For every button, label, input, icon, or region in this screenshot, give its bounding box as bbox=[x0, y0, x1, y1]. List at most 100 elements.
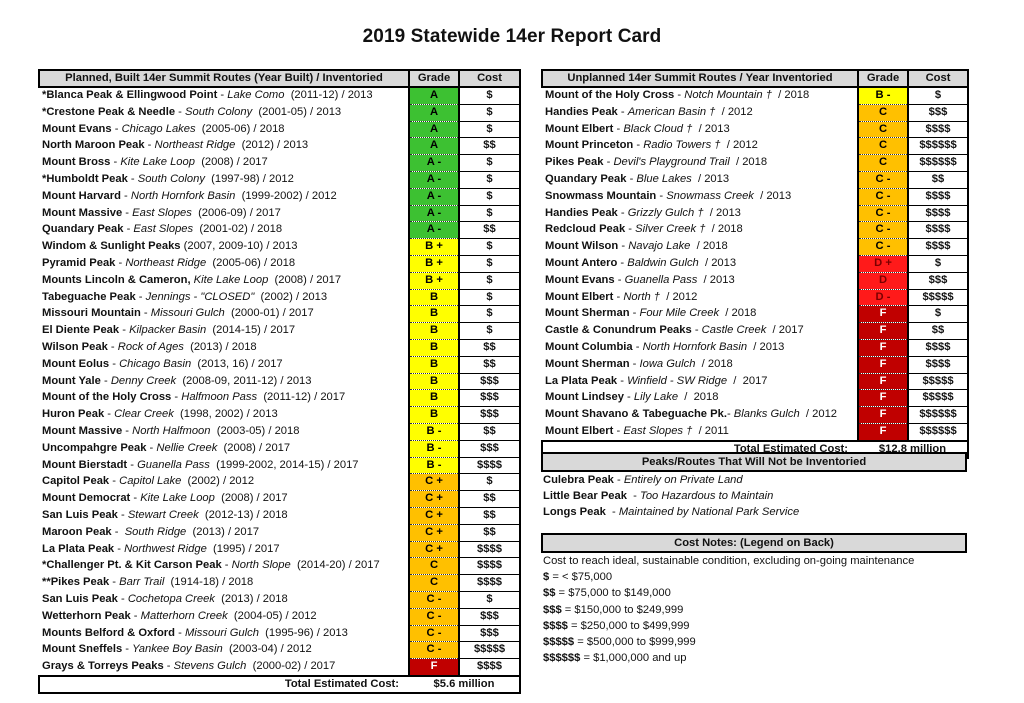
years: / 2013 bbox=[753, 189, 792, 202]
route-cell: Mount Evans - Chicago Lakes (2005-06) / … bbox=[39, 121, 409, 138]
table-row: Redcloud Peak - Silver Creek † / 2018 C -… bbox=[542, 221, 969, 240]
years: / 2013 bbox=[697, 273, 735, 286]
peak-name: Castle & Conundrum Peaks bbox=[545, 324, 692, 337]
header-cost: Cost bbox=[907, 69, 969, 88]
table-row: Mount Yale - Denny Creek (2008-09, 2011-… bbox=[39, 372, 521, 391]
route-cell: Mount of the Holy Cross - Halfmoon Pass … bbox=[39, 390, 409, 407]
peak-name: San Luis Peak bbox=[42, 508, 118, 521]
route-cell: Mount Sherman - Iowa Gulch / 2018 bbox=[542, 356, 858, 373]
route-cell: Handies Peak - Grizzly Gulch † / 2013 bbox=[542, 205, 858, 222]
separator: - bbox=[656, 189, 667, 202]
route-cell: *Blanca Peak & Ellingwood Point - Lake C… bbox=[39, 87, 409, 104]
route-name: Blue Lakes bbox=[636, 172, 692, 185]
route-cell: Mount Wilson - Navajo Lake / 2018 bbox=[542, 239, 858, 256]
table-row: Mount Sherman - Four Mile Creek / 2018 F $ bbox=[542, 305, 969, 324]
route-name: Lake Como bbox=[227, 89, 285, 102]
separator: - bbox=[144, 139, 155, 152]
route-cell: Wilson Peak - Rock of Ages (2013) / 2018 bbox=[39, 339, 409, 356]
grade-badge: F bbox=[857, 339, 909, 357]
route-cell: Mount Yale - Denny Creek (2008-09, 2011-… bbox=[39, 373, 409, 390]
table-row: *Challenger Pt. & Kit Carson Peak - Nort… bbox=[39, 557, 521, 576]
cost-value: $ bbox=[458, 590, 521, 609]
cost-symbol: $$$ bbox=[543, 603, 562, 616]
table-row: Mount Antero - Baldwin Gulch / 2013 D + $ bbox=[542, 254, 969, 273]
peak-name: Grays & Torreys Peaks bbox=[42, 659, 164, 672]
peak-name: *Crestone Peak & Needle bbox=[42, 105, 176, 118]
table-row: Handies Peak - American Basin † / 2012 C $… bbox=[542, 103, 969, 122]
separator: - bbox=[123, 223, 134, 236]
route-name: South Colony bbox=[137, 172, 205, 185]
header-grade: Grade bbox=[857, 69, 909, 88]
grade-badge: A bbox=[408, 87, 460, 105]
route-cell: Mount Columbia - North Hornfork Basin / … bbox=[542, 339, 858, 356]
cost-value: $ bbox=[458, 204, 521, 223]
cost-value: $ bbox=[458, 305, 521, 324]
route-cell: Tabeguache Peak - Jennings - "CLOSED" (2… bbox=[39, 289, 409, 306]
cost-symbol: $$ bbox=[543, 587, 556, 600]
table-row: *Crestone Peak & Needle - South Colony (… bbox=[39, 103, 521, 122]
cost-value: $$$$$ bbox=[458, 641, 521, 660]
table-row: Mount Sneffels - Yankee Boy Basin (2003-… bbox=[39, 641, 521, 660]
route-cell: Missouri Mountain - Missouri Gulch (2000… bbox=[39, 306, 409, 323]
grade-badge: A - bbox=[408, 221, 460, 240]
reason: Too Hazardous to Maintain bbox=[640, 490, 774, 503]
route-cell: *Crestone Peak & Needle - South Colony (… bbox=[39, 104, 409, 121]
years: / 2018 bbox=[695, 357, 733, 370]
route-cell: San Luis Peak - Cochetopa Creek (2013) /… bbox=[39, 591, 409, 608]
years: (2013) / 2017 bbox=[186, 525, 260, 538]
total-value: $5.6 million bbox=[409, 674, 521, 694]
route-name: Stewart Creek bbox=[127, 508, 199, 521]
peak-name: Mount Evans bbox=[42, 122, 112, 135]
grade-badge: F bbox=[857, 305, 909, 324]
years: / 2018 bbox=[678, 391, 719, 404]
table-row: Mount Sherman - Iowa Gulch / 2018 F $$$$ bbox=[542, 355, 969, 374]
years: (1995-96) / 2013 bbox=[258, 626, 348, 639]
grade-badge: B bbox=[408, 356, 460, 374]
route-cell: *Humboldt Peak - South Colony (1997-98) … bbox=[39, 171, 409, 188]
peak-name: Mount Eolus bbox=[42, 357, 110, 370]
peak-name: Mount Sherman bbox=[545, 307, 630, 320]
cost-value: $$ bbox=[458, 221, 521, 240]
years: (2011-12) / 2013 bbox=[284, 89, 373, 102]
route-cell: Capitol Peak - Capitol Lake (2002) / 201… bbox=[39, 474, 409, 491]
peak-name: Mount Antero bbox=[545, 256, 618, 269]
table-row: Wetterhorn Peak - Matterhorn Creek (2004… bbox=[39, 607, 521, 626]
cost-range: = $1,000,000 and up bbox=[580, 652, 687, 665]
cost-notes-section: Cost Notes: (Legend on Back) Cost to rea… bbox=[541, 533, 967, 666]
grade-badge: C bbox=[408, 557, 460, 576]
years: (2008) / 2017 bbox=[214, 492, 288, 505]
separator: - bbox=[119, 324, 130, 337]
separator: - bbox=[726, 408, 734, 421]
cost-value: $$$$ bbox=[907, 120, 969, 139]
table-row: Handies Peak - Grizzly Gulch † / 2013 C -… bbox=[542, 204, 969, 223]
table-row: *Humboldt Peak - South Colony (1997-98) … bbox=[39, 170, 521, 189]
route-cell: Mount Shavano & Tabeguache Pk.- Blanks G… bbox=[542, 407, 858, 424]
separator: - bbox=[618, 240, 629, 253]
grade-badge: C + bbox=[408, 507, 460, 525]
separator: - bbox=[613, 122, 624, 135]
grade-badge: A bbox=[408, 137, 460, 156]
route-name: Kite Lake Loop bbox=[120, 156, 195, 169]
separator: - bbox=[613, 474, 624, 486]
separator: - bbox=[221, 559, 232, 572]
route-cell: Mount Democrat - Kite Lake Loop (2008) /… bbox=[39, 491, 409, 508]
route-cell: Mount Elbert - East Slopes † / 2011 bbox=[542, 423, 858, 440]
route-name: Guanella Pass bbox=[624, 273, 698, 286]
route-cell: La Plata Peak - Northwest Ridge (1995) /… bbox=[39, 541, 409, 558]
peak-name: Mount Lindsey bbox=[545, 391, 624, 404]
cost-range: = $250,000 to $499,999 bbox=[567, 619, 690, 632]
route-name: Northeast Ridge bbox=[125, 256, 207, 269]
grade-badge: C - bbox=[857, 188, 909, 206]
grade-badge: F bbox=[857, 406, 909, 424]
route-name: Cochetopa Creek bbox=[127, 592, 215, 605]
route-name: Devil's Playground Trail bbox=[613, 156, 730, 169]
route-cell: Mount Elbert - Black Cloud † / 2013 bbox=[542, 121, 858, 138]
route-name: East Slopes bbox=[133, 223, 194, 236]
legend-item: $$ = $75,000 to $149,000 bbox=[541, 585, 967, 601]
years: (2013) / 2018 bbox=[214, 592, 288, 605]
table-row: Missouri Mountain - Missouri Gulch (2000… bbox=[39, 305, 521, 324]
route-cell: Quandary Peak - Blue Lakes / 2013 bbox=[542, 171, 858, 188]
grade-badge: C - bbox=[408, 625, 460, 643]
years: (1999-2002, 2014-15) / 2017 bbox=[209, 458, 359, 471]
cost-value: $$$ bbox=[907, 271, 969, 290]
